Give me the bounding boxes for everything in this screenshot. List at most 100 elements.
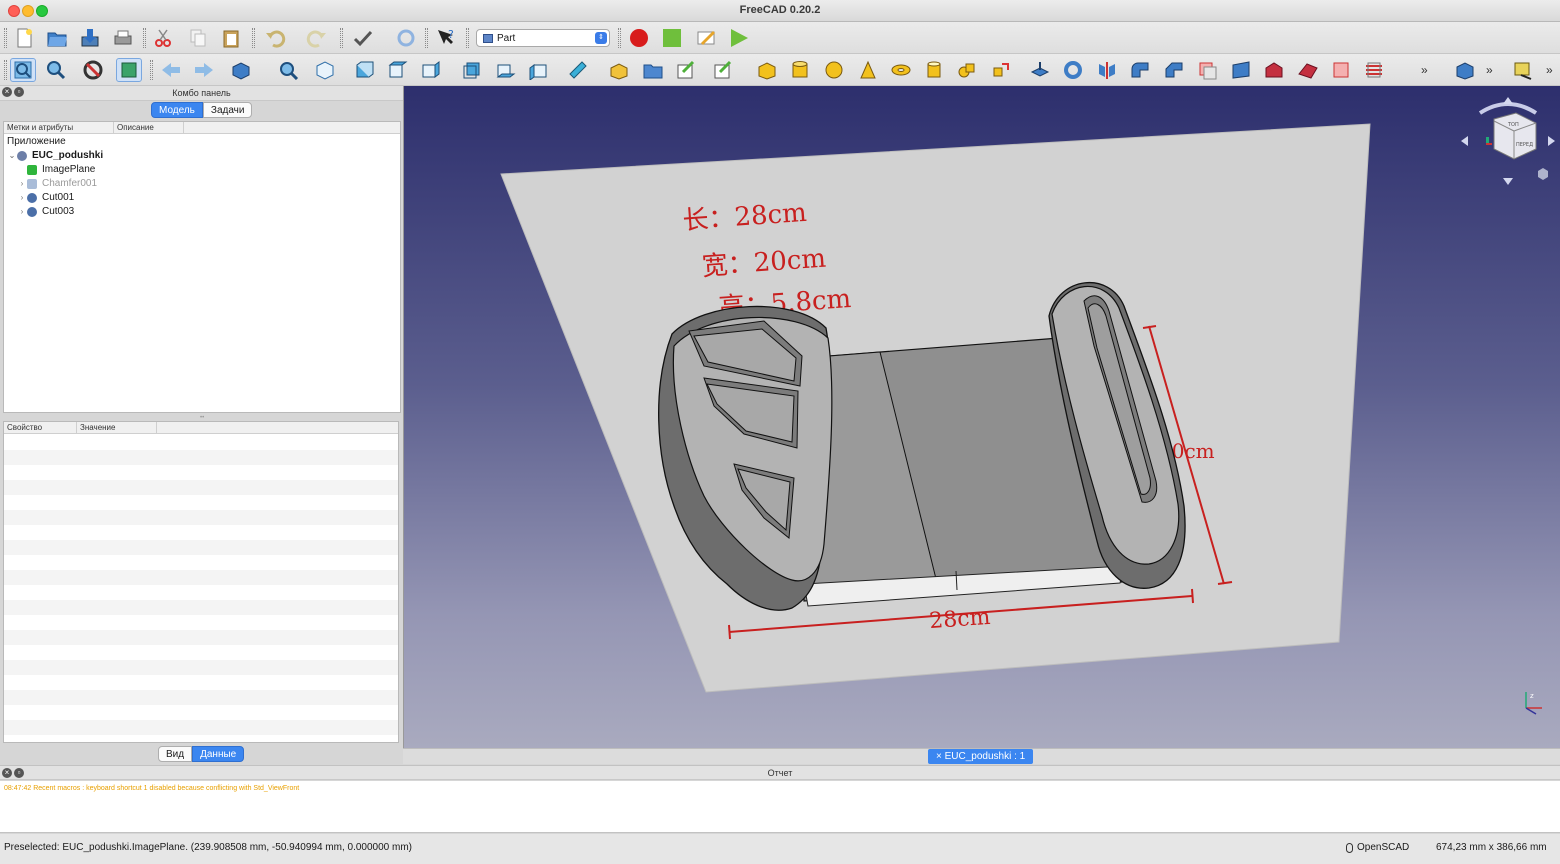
fit-all-icon[interactable] — [10, 58, 36, 82]
part-box-icon[interactable] — [754, 58, 780, 82]
back-arrow-icon[interactable] — [158, 58, 184, 82]
macro-run-icon[interactable] — [726, 26, 752, 50]
macro-stop-icon[interactable] — [659, 26, 685, 50]
part-loft-icon[interactable] — [1261, 58, 1287, 82]
create-part-icon[interactable] — [606, 58, 632, 82]
document-tab-close-icon[interactable]: × — [936, 751, 942, 762]
tree-item-cut001[interactable]: › Cut001 — [17, 191, 74, 205]
top-view-icon[interactable] — [385, 58, 411, 82]
link-icon[interactable] — [673, 58, 699, 82]
open-document-icon[interactable] — [44, 26, 70, 50]
property-column-name[interactable]: Свойство — [4, 422, 77, 433]
tree-item-imageplane[interactable]: ImagePlane — [27, 163, 95, 177]
part-sweep-icon[interactable] — [1295, 58, 1321, 82]
refresh-check-icon[interactable] — [350, 26, 376, 50]
property-column-value[interactable]: Значение — [77, 422, 157, 433]
part-cross-sections-icon[interactable] — [1361, 58, 1387, 82]
tree-column-labels[interactable]: Метки и атрибуты — [4, 122, 114, 133]
part-fillet-icon[interactable] — [1127, 58, 1153, 82]
tab-data[interactable]: Данные — [192, 746, 245, 762]
rear-view-icon[interactable] — [459, 58, 485, 82]
tab-tasks[interactable]: Задачи — [202, 102, 253, 118]
part-cone-icon[interactable] — [855, 58, 881, 82]
part-primitives-icon[interactable] — [954, 58, 980, 82]
nav-arrow-right-icon[interactable] — [1548, 136, 1555, 146]
undo-icon[interactable] — [262, 26, 288, 50]
part-revolve-icon[interactable] — [1060, 58, 1086, 82]
toolbar-grip[interactable] — [466, 28, 469, 48]
measure-distance-icon[interactable] — [565, 58, 591, 82]
3d-viewport[interactable]: 长：28cm 宽：20cm 高：5.8cm 28cm 20cm z ТОП ПЕ… — [403, 86, 1560, 748]
part-compound-icon[interactable] — [1452, 58, 1478, 82]
navigation-cube[interactable]: ТОП ПЕРЕД — [1458, 91, 1558, 191]
whats-this-icon[interactable]: ? — [433, 26, 459, 50]
macro-edit-icon[interactable] — [693, 26, 719, 50]
part-mirror-icon[interactable] — [1094, 58, 1120, 82]
document-tab[interactable]: × EUC_podushki : 1 — [928, 749, 1034, 764]
expand-chevron-icon[interactable]: › — [17, 177, 27, 191]
toolbar-grip[interactable] — [618, 28, 621, 48]
toolbar-grip[interactable] — [143, 28, 146, 48]
left-view-icon[interactable] — [526, 58, 552, 82]
part-extrude-icon[interactable] — [1027, 58, 1053, 82]
link-actions-icon[interactable] — [710, 58, 736, 82]
tab-model[interactable]: Модель — [151, 102, 203, 118]
copy-icon[interactable] — [185, 26, 211, 50]
front-view-icon[interactable] — [352, 58, 378, 82]
3d-scene[interactable]: 长：28cm 宽：20cm 高：5.8cm 28cm 20cm z — [404, 86, 1560, 748]
toolbar-grip[interactable] — [4, 60, 7, 80]
fit-selection-icon[interactable] — [43, 58, 69, 82]
right-view-icon[interactable] — [418, 58, 444, 82]
tree-item-cut003[interactable]: › Cut003 — [17, 205, 74, 219]
toolbar-overflow-icon[interactable]: » — [1546, 63, 1553, 77]
part-measure-icon[interactable] — [1510, 58, 1536, 82]
toolbar-grip[interactable] — [4, 28, 7, 48]
macro-record-icon[interactable] — [626, 26, 652, 50]
create-group-icon[interactable] — [640, 58, 666, 82]
nav-cube-menu-icon[interactable] — [1538, 168, 1548, 180]
report-float-icon[interactable]: ▫ — [14, 768, 24, 778]
cut-icon[interactable] — [150, 26, 176, 50]
print-icon[interactable] — [110, 26, 136, 50]
new-document-icon[interactable] — [11, 26, 37, 50]
forward-arrow-icon[interactable] — [191, 58, 217, 82]
tree-item-document[interactable]: ⌄ EUC_podushki — [7, 149, 103, 163]
panel-splitter[interactable]: •• — [200, 415, 204, 421]
expand-chevron-icon[interactable]: › — [17, 205, 27, 219]
toolbar-grip[interactable] — [150, 60, 153, 80]
part-tube-icon[interactable] — [921, 58, 947, 82]
redo-icon[interactable] — [304, 26, 330, 50]
tree-column-description[interactable]: Описание — [114, 122, 184, 133]
part-section-icon[interactable] — [1328, 58, 1354, 82]
refresh-icon[interactable] — [393, 26, 419, 50]
isometric-view-icon[interactable] — [312, 58, 338, 82]
panel-float-icon[interactable]: ▫ — [14, 87, 24, 97]
navigation-style-selector[interactable]: OpenSCAD — [1346, 842, 1409, 853]
expand-chevron-icon[interactable]: ⌄ — [7, 149, 17, 163]
part-cylinder-icon[interactable] — [787, 58, 813, 82]
workbench-cube-icon[interactable] — [228, 58, 254, 82]
part-make-face-icon[interactable] — [1195, 58, 1221, 82]
part-shape-builder-icon[interactable] — [988, 58, 1014, 82]
nav-cube-body[interactable] — [1493, 112, 1537, 160]
report-close-icon[interactable]: × — [2, 768, 12, 778]
nav-arrow-down-icon[interactable] — [1503, 178, 1513, 185]
panel-close-icon[interactable]: × — [2, 87, 12, 97]
nav-arrow-left-icon[interactable] — [1461, 136, 1468, 146]
part-torus-icon[interactable] — [888, 58, 914, 82]
bottom-view-icon[interactable] — [493, 58, 519, 82]
report-view[interactable]: 08:47:42 Recent macros : keyboard shortc… — [0, 781, 1560, 833]
save-document-icon[interactable] — [77, 26, 103, 50]
tree-item-chamfer[interactable]: › Chamfer001 — [17, 177, 97, 191]
toolbar-overflow-icon[interactable]: » — [1486, 63, 1493, 77]
draw-style-icon[interactable] — [80, 58, 106, 82]
expand-chevron-icon[interactable]: › — [17, 191, 27, 205]
tab-view[interactable]: Вид — [158, 746, 193, 762]
paste-icon[interactable] — [218, 26, 244, 50]
part-chamfer-icon[interactable] — [1161, 58, 1187, 82]
bounding-box-icon[interactable] — [116, 58, 142, 82]
nav-arrow-up-icon[interactable] — [1503, 97, 1513, 104]
toolbar-grip[interactable] — [340, 28, 343, 48]
toolbar-grip[interactable] — [425, 28, 428, 48]
part-sphere-icon[interactable] — [821, 58, 847, 82]
